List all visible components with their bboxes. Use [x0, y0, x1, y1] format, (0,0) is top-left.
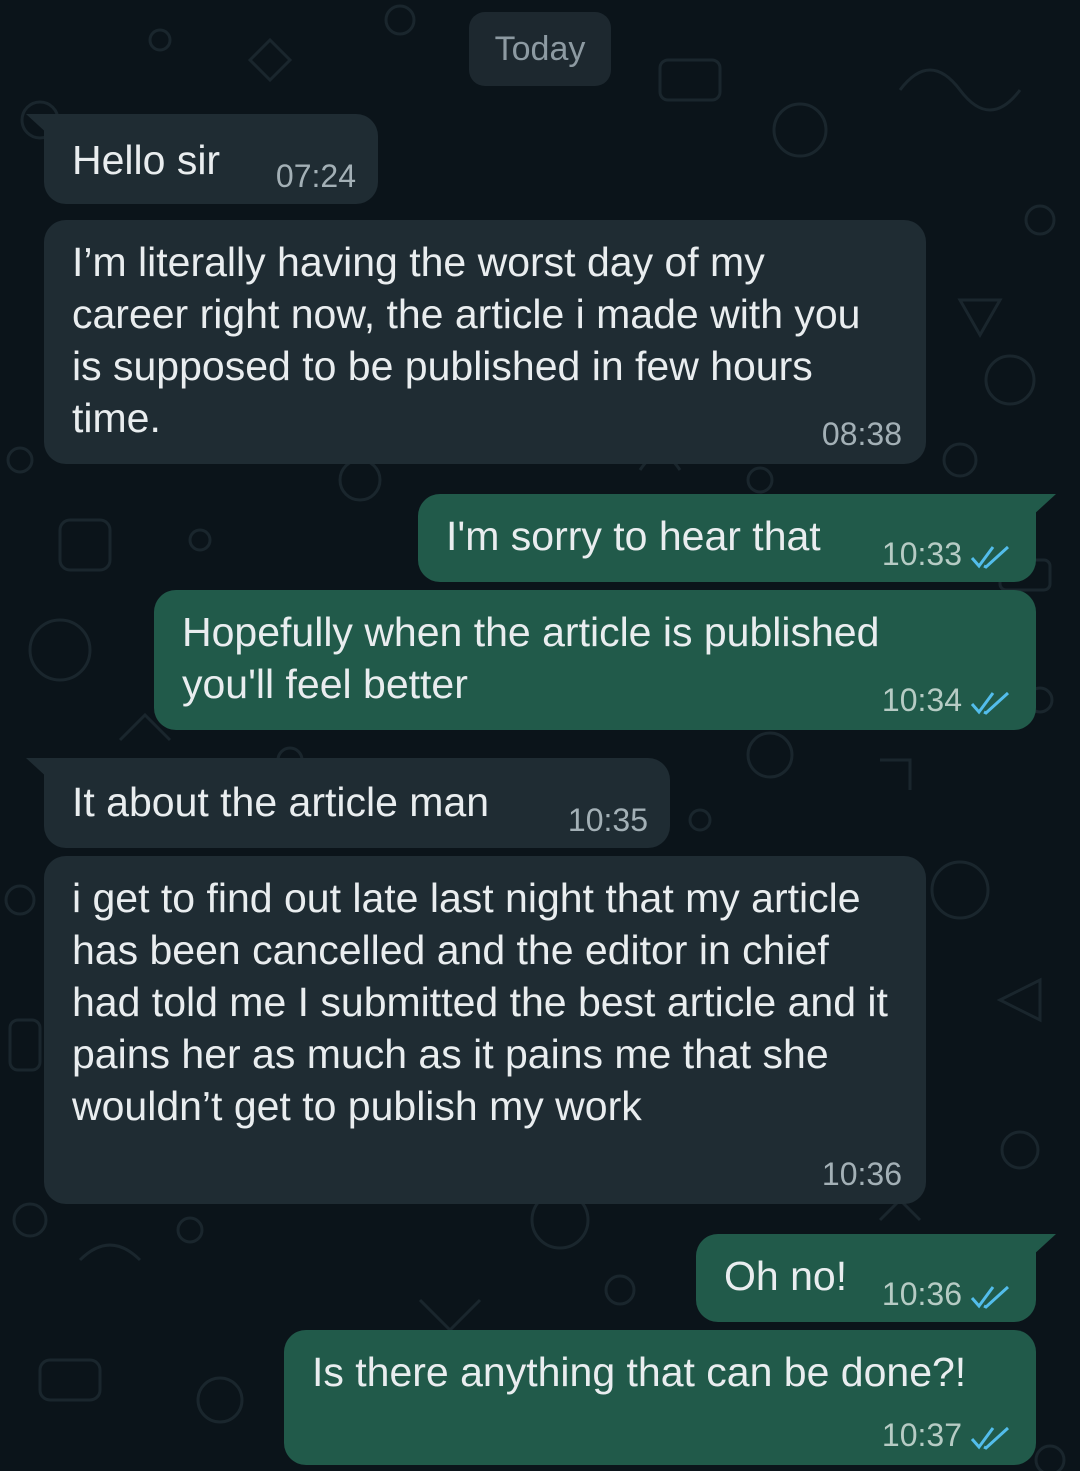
- message-meta: 10:34: [882, 682, 1012, 718]
- message-text: Oh no!: [724, 1253, 848, 1299]
- message-time: 08:38: [821, 416, 902, 452]
- message-text: I'm sorry to hear that: [446, 513, 821, 559]
- message-text: i get to find out late last night that m…: [72, 875, 900, 1129]
- message-time: 10:33: [881, 536, 962, 572]
- read-double-tick-icon: [970, 545, 1010, 569]
- message-meta: 10:37: [882, 1417, 1012, 1453]
- message-time: 10:34: [881, 682, 962, 718]
- incoming-message[interactable]: I’m literally having the worst day of my…: [44, 220, 926, 464]
- outgoing-message[interactable]: Is there anything that can be done?! 10:…: [284, 1330, 1036, 1465]
- message-text: It about the article man: [72, 779, 490, 825]
- message-text: I’m literally having the worst day of my…: [72, 239, 872, 441]
- message-time: 10:35: [567, 802, 648, 838]
- message-meta: 10:33: [882, 536, 1012, 572]
- incoming-bubble-tail: [26, 758, 50, 780]
- read-double-tick-icon: [970, 1285, 1010, 1309]
- date-divider: Today: [469, 12, 611, 86]
- incoming-message[interactable]: i get to find out late last night that m…: [44, 856, 926, 1204]
- message-time: 07:24: [275, 158, 356, 194]
- outgoing-bubble-tail: [1032, 1234, 1056, 1256]
- incoming-bubble-tail: [26, 114, 50, 136]
- incoming-message[interactable]: It about the article man 10:35: [44, 758, 670, 848]
- message-text: Hello sir: [72, 137, 221, 183]
- read-double-tick-icon: [970, 1426, 1010, 1450]
- incoming-message[interactable]: Hello sir 07:24: [44, 114, 378, 204]
- chat-message-list[interactable]: Today Hello sir 07:24 I’m literally havi…: [0, 0, 1080, 1471]
- outgoing-message[interactable]: Hopefully when the article is published …: [154, 590, 1036, 730]
- outgoing-bubble-tail: [1032, 494, 1056, 516]
- message-text: Is there anything that can be done?!: [312, 1349, 967, 1395]
- message-time: 10:36: [881, 1276, 962, 1312]
- message-time: 10:36: [821, 1156, 902, 1192]
- outgoing-message[interactable]: Oh no! 10:36: [696, 1234, 1036, 1322]
- read-double-tick-icon: [970, 691, 1010, 715]
- message-time: 10:37: [881, 1417, 962, 1453]
- message-text: Hopefully when the article is published …: [182, 609, 891, 707]
- outgoing-message[interactable]: I'm sorry to hear that 10:33: [418, 494, 1036, 582]
- message-meta: 10:36: [882, 1276, 1012, 1312]
